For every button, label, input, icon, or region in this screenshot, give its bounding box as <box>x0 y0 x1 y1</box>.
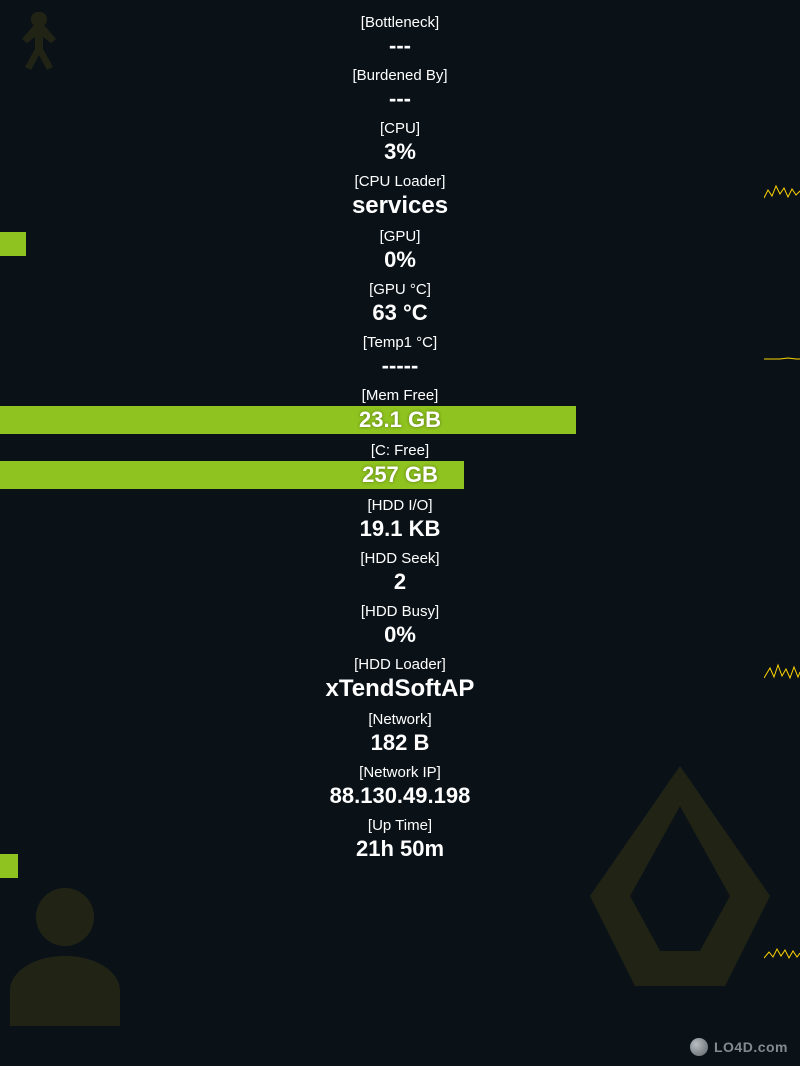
mem-free-bar: 23.1 GB <box>0 406 800 434</box>
gpu-temp-value: 63 °C <box>372 300 427 326</box>
cpu-loader-value: services <box>352 192 448 220</box>
network-ip-label: [Network IP] <box>359 764 441 781</box>
hdd-busy-value: 0% <box>384 622 416 648</box>
gpu-temp-label: [GPU °C] <box>369 281 431 298</box>
watermark-logo-icon <box>690 1038 708 1056</box>
c-free-label: [C: Free] <box>371 442 429 459</box>
c-free-bar: 257 GB <box>0 461 800 489</box>
hdd-busy-label: [HDD Busy] <box>361 603 439 620</box>
cpu-value: 3% <box>384 139 416 165</box>
network-value: 182 B <box>371 730 430 756</box>
mem-free-label: [Mem Free] <box>362 387 439 404</box>
c-free-value: 257 GB <box>362 462 438 488</box>
cpu-label: [CPU] <box>380 120 420 137</box>
hdd-io-label: [HDD I/O] <box>367 497 432 514</box>
bottleneck-value: --- <box>389 33 411 59</box>
hdd-seek-value: 2 <box>394 569 406 595</box>
hdd-loader-label: [HDD Loader] <box>354 656 446 673</box>
network-ip-value: 88.130.49.198 <box>330 783 471 809</box>
bottleneck-label: [Bottleneck] <box>361 14 439 31</box>
system-monitor-overlay: [Bottleneck] --- [Burdened By] --- [CPU]… <box>0 0 800 1066</box>
hdd-loader-value: xTendSoftAP <box>326 675 475 703</box>
temp1-value: ----- <box>382 353 419 379</box>
temp1-label: [Temp1 °C] <box>363 334 437 351</box>
uptime-value: 21h 50m <box>356 836 444 862</box>
gpu-value: 0% <box>384 247 416 273</box>
network-label: [Network] <box>368 711 431 728</box>
burdened-by-label: [Burdened By] <box>352 67 447 84</box>
uptime-label: [Up Time] <box>368 817 432 834</box>
burdened-by-value: --- <box>389 86 411 112</box>
watermark-text: LO4D.com <box>714 1039 788 1055</box>
mem-free-value: 23.1 GB <box>359 407 441 433</box>
gpu-label: [GPU] <box>380 228 421 245</box>
cpu-loader-label: [CPU Loader] <box>355 173 446 190</box>
mem-free-bar-fill <box>0 406 576 434</box>
hdd-seek-label: [HDD Seek] <box>360 550 439 567</box>
watermark: LO4D.com <box>690 1038 788 1056</box>
hdd-io-value: 19.1 KB <box>360 516 441 542</box>
